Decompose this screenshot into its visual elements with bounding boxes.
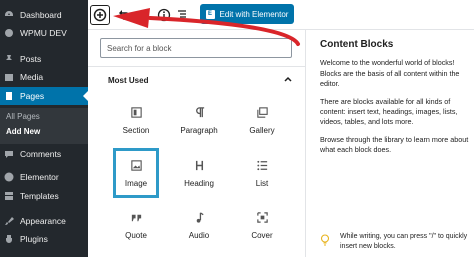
- block-label: Cover: [251, 230, 273, 240]
- most-used-heading: Most Used: [108, 76, 149, 85]
- help-title: Content Blocks: [320, 39, 394, 50]
- admin-sidebar: Dashboard WPMU DEV Posts Media Pages All…: [0, 0, 88, 257]
- cover-icon: [255, 211, 269, 225]
- pin-icon: [4, 54, 14, 64]
- elementor-logo-icon: E: [205, 9, 215, 19]
- lightbulb-icon: [320, 234, 330, 246]
- content-blocks-help: Content Blocks Welcome to the wonderful …: [320, 39, 470, 163]
- heading-icon: [192, 159, 206, 173]
- block-audio[interactable]: Audio: [176, 200, 222, 250]
- block-heading[interactable]: Heading: [176, 148, 222, 198]
- sidebar-item-label: Dashboard: [20, 10, 62, 20]
- pages-submenu: All Pages Add New: [0, 108, 88, 144]
- sidebar-item-label: Comments: [20, 149, 62, 159]
- submenu-all-pages[interactable]: All Pages: [6, 112, 40, 121]
- sidebar-item-media[interactable]: Media: [0, 68, 88, 86]
- sidebar-item-label: Plugins: [20, 234, 48, 244]
- sidebar-item-label: Elementor: [20, 172, 59, 182]
- sidebar-item-dashboard[interactable]: Dashboard: [0, 6, 88, 24]
- templates-icon: [4, 191, 14, 201]
- help-paragraph: There are blocks available for all kinds…: [320, 96, 458, 127]
- block-image[interactable]: Image: [113, 148, 159, 198]
- sidebar-item-posts[interactable]: Posts: [0, 50, 88, 68]
- section-icon: [129, 106, 143, 120]
- editor-toolbar: E Edit with Elementor: [88, 0, 474, 30]
- plugin-icon: [4, 234, 14, 244]
- undo-button[interactable]: [114, 5, 134, 25]
- block-label: Quote: [125, 230, 147, 240]
- sidebar-item-label: Pages: [20, 91, 45, 101]
- chevron-up-icon[interactable]: [283, 74, 293, 84]
- sidebar-item-wpmudev[interactable]: WPMU DEV: [0, 24, 88, 42]
- wpmudev-icon: [4, 28, 14, 38]
- list-icon: [255, 159, 269, 173]
- block-cover[interactable]: Cover: [239, 200, 285, 250]
- block-section[interactable]: Section: [113, 95, 159, 145]
- undo-icon: [117, 8, 131, 22]
- sidebar-item-label: Appearance: [20, 216, 66, 226]
- pages-icon: [4, 91, 14, 101]
- block-label: List: [255, 178, 269, 188]
- block-search-input[interactable]: [100, 38, 292, 58]
- elementor-icon: [4, 172, 14, 182]
- brush-icon: [4, 216, 14, 226]
- block-label: Audio: [188, 230, 210, 240]
- block-inserter-toggle[interactable]: [90, 5, 110, 25]
- sidebar-item-plugins[interactable]: Plugins: [0, 230, 88, 248]
- block-navigation-button[interactable]: [172, 5, 192, 25]
- submenu-add-new[interactable]: Add New: [6, 127, 40, 136]
- sidebar-item-elementor[interactable]: Elementor: [0, 168, 88, 186]
- quote-icon: [129, 211, 143, 225]
- block-label: Section: [122, 125, 150, 135]
- dashboard-icon: [4, 10, 14, 20]
- divider: [88, 66, 305, 67]
- sidebar-item-comments[interactable]: Comments: [0, 145, 88, 163]
- info-button[interactable]: [154, 5, 174, 25]
- sidebar-item-label: WPMU DEV: [20, 28, 67, 38]
- elementor-button-label: Edit with Elementor: [219, 9, 289, 19]
- list-view-icon: [175, 8, 189, 22]
- block-label: Image: [124, 178, 148, 188]
- gallery-icon: [255, 106, 269, 120]
- help-paragraph: Browse through the library to learn more…: [320, 134, 469, 155]
- redo-icon: [137, 8, 151, 22]
- sidebar-item-templates[interactable]: Templates: [0, 187, 88, 205]
- help-paragraph: Welcome to the wonderful world of blocks…: [320, 58, 460, 89]
- redo-button[interactable]: [134, 5, 154, 25]
- block-label: Heading: [184, 178, 214, 188]
- sidebar-item-appearance[interactable]: Appearance: [0, 212, 88, 230]
- info-icon: [157, 8, 171, 22]
- comments-icon: [4, 149, 14, 159]
- sidebar-item-label: Templates: [20, 191, 59, 201]
- sidebar-item-label: Media: [20, 72, 44, 82]
- block-quote[interactable]: Quote: [113, 200, 159, 250]
- image-icon: [129, 159, 143, 173]
- audio-icon: [192, 211, 206, 225]
- block-label: Paragraph: [180, 125, 218, 135]
- edit-with-elementor-button[interactable]: E Edit with Elementor: [200, 4, 294, 24]
- block-inserter-panel: Most Used Section Paragraph Gallery Imag…: [88, 30, 306, 257]
- sidebar-item-label: Posts: [20, 54, 42, 64]
- block-list[interactable]: List: [239, 148, 285, 198]
- media-icon: [4, 72, 14, 82]
- sidebar-item-pages[interactable]: Pages: [0, 87, 88, 105]
- tip-text: While writing, you can press "/" to quic…: [340, 233, 468, 250]
- block-paragraph[interactable]: Paragraph: [176, 95, 222, 145]
- plus-circle-icon: [93, 8, 107, 22]
- block-label: Gallery: [249, 125, 275, 135]
- block-gallery[interactable]: Gallery: [239, 95, 285, 145]
- paragraph-icon: [192, 106, 206, 120]
